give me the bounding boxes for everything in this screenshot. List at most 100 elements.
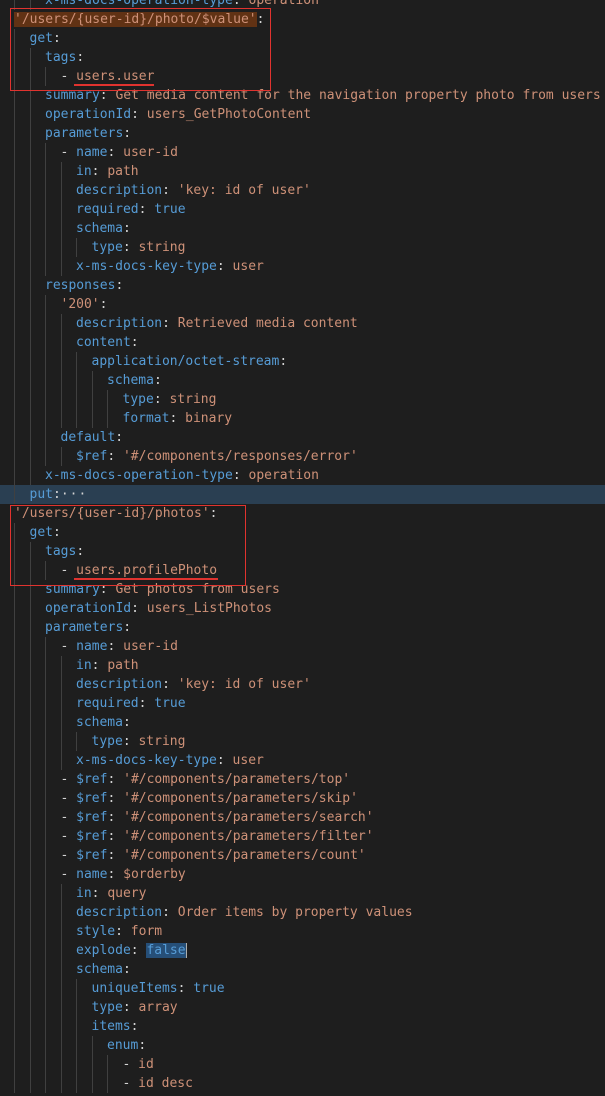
code-line[interactable]: tags: — [0, 542, 605, 561]
code-line[interactable]: x-ms-docs-key-type: user — [0, 257, 605, 276]
code-line[interactable]: description: Retrieved media content — [0, 314, 605, 333]
code-text: summary: Get photos from users — [45, 580, 280, 599]
indent-guide — [29, 67, 31, 86]
code-line[interactable]: required: true — [0, 200, 605, 219]
code-line[interactable]: description: 'key: id of user' — [0, 675, 605, 694]
code-line[interactable]: uniqueItems: true — [0, 979, 605, 998]
code-line[interactable]: required: true — [0, 694, 605, 713]
code-line[interactable]: - $ref: '#/components/parameters/count' — [0, 846, 605, 865]
code-token: true — [154, 696, 186, 711]
indent-guide — [14, 86, 15, 105]
indent-guide — [29, 922, 31, 941]
code-text: description: 'key: id of user' — [76, 181, 311, 200]
code-line[interactable]: in: query — [0, 884, 605, 903]
code-line[interactable]: '/users/{user-id}/photos': — [0, 504, 605, 523]
code-line[interactable]: tags: — [0, 48, 605, 67]
code-line[interactable]: description: Order items by property val… — [0, 903, 605, 922]
code-line[interactable]: - $ref: '#/components/parameters/top' — [0, 770, 605, 789]
code-token: array — [138, 1000, 178, 1015]
code-line[interactable]: schema: — [0, 713, 605, 732]
code-line[interactable]: - name: user-id — [0, 637, 605, 656]
code-line[interactable]: get: — [0, 29, 605, 48]
code-line[interactable]: type: string — [0, 390, 605, 409]
code-line[interactable]: summary: Get media content for the navig… — [0, 86, 605, 105]
code-token: 'key: id of user' — [177, 183, 311, 198]
code-line[interactable]: put:··· — [0, 485, 605, 504]
indent-guide — [45, 884, 46, 903]
code-token: in — [76, 886, 92, 901]
code-line[interactable]: content: — [0, 333, 605, 352]
code-token: Order items by property values — [177, 905, 413, 920]
code-line[interactable]: '200': — [0, 295, 605, 314]
code-token: : — [107, 791, 124, 806]
code-line[interactable]: - id desc — [0, 1074, 605, 1093]
code-line[interactable]: items: — [0, 1017, 605, 1036]
indent-guide — [14, 960, 15, 979]
code-line[interactable]: format: binary — [0, 409, 605, 428]
code-line[interactable]: $ref: '#/components/responses/error' — [0, 447, 605, 466]
code-line[interactable]: application/octet-stream: — [0, 352, 605, 371]
indent-guide — [45, 162, 46, 181]
code-line[interactable]: - $ref: '#/components/parameters/skip' — [0, 789, 605, 808]
code-line[interactable]: schema: — [0, 960, 605, 979]
code-line[interactable]: enum: — [0, 1036, 605, 1055]
indent-guide — [60, 447, 62, 466]
code-token: default — [60, 430, 116, 445]
code-line[interactable]: - id — [0, 1055, 605, 1074]
code-token: summary — [45, 88, 100, 103]
folded-region-ellipsis[interactable]: ··· — [61, 487, 87, 502]
indent-guide — [29, 124, 31, 143]
code-line[interactable]: - users.user — [0, 67, 605, 86]
indent-guide — [45, 561, 46, 580]
code-line[interactable]: type: array — [0, 998, 605, 1017]
code-token: - — [60, 810, 77, 825]
code-line[interactable]: style: form — [0, 922, 605, 941]
indent-guide — [45, 789, 46, 808]
indent-guide — [60, 675, 62, 694]
indent-guide — [14, 390, 15, 409]
code-line[interactable]: default: — [0, 428, 605, 447]
code-line[interactable]: operationId: users_GetPhotoContent — [0, 105, 605, 124]
code-token: : — [107, 848, 124, 863]
code-token: path — [107, 164, 139, 179]
code-line[interactable]: in: path — [0, 656, 605, 675]
code-token: user-id — [123, 145, 178, 160]
code-line[interactable]: x-ms-docs-operation-type: operation — [0, 0, 605, 10]
code-line[interactable]: responses: — [0, 276, 605, 295]
indent-guide — [60, 1036, 62, 1055]
code-line[interactable]: description: 'key: id of user' — [0, 181, 605, 200]
code-line[interactable]: parameters: — [0, 618, 605, 637]
code-text: parameters: — [45, 124, 131, 143]
code-line[interactable]: - $ref: '#/components/parameters/search' — [0, 808, 605, 827]
code-token: type — [91, 240, 123, 255]
code-text: in: query — [76, 884, 146, 903]
code-line[interactable]: - name: user-id — [0, 143, 605, 162]
code-line[interactable]: x-ms-docs-key-type: user — [0, 751, 605, 770]
indent-guide — [45, 143, 46, 162]
code-line[interactable]: type: string — [0, 732, 605, 751]
code-line[interactable]: explode: false — [0, 941, 605, 960]
code-editor[interactable]: x-ms-docs-operation-type: operation '/use… — [0, 0, 605, 1096]
indent-guide — [29, 219, 31, 238]
code-line[interactable]: operationId: users_ListPhotos — [0, 599, 605, 618]
indent-guide — [45, 352, 46, 371]
code-line[interactable]: schema: — [0, 371, 605, 390]
code-line[interactable]: type: string — [0, 238, 605, 257]
indent-guide — [60, 333, 62, 352]
code-line[interactable]: summary: Get photos from users — [0, 580, 605, 599]
code-line[interactable]: - name: $orderby — [0, 865, 605, 884]
code-line[interactable]: - users.profilePhoto — [0, 561, 605, 580]
code-line[interactable]: '/users/{user-id}/photo/$value': — [0, 10, 605, 29]
indent-guide — [60, 884, 62, 903]
code-token: : — [122, 240, 139, 255]
indent-guide — [29, 314, 31, 333]
indent-guide — [14, 903, 15, 922]
code-line[interactable]: schema: — [0, 219, 605, 238]
code-token: - — [122, 1057, 139, 1072]
code-line[interactable]: get: — [0, 523, 605, 542]
code-line[interactable]: x-ms-docs-operation-type: operation — [0, 466, 605, 485]
code-text: - id desc — [123, 1074, 193, 1093]
code-line[interactable]: in: path — [0, 162, 605, 181]
code-line[interactable]: parameters: — [0, 124, 605, 143]
code-line[interactable]: - $ref: '#/components/parameters/filter' — [0, 827, 605, 846]
